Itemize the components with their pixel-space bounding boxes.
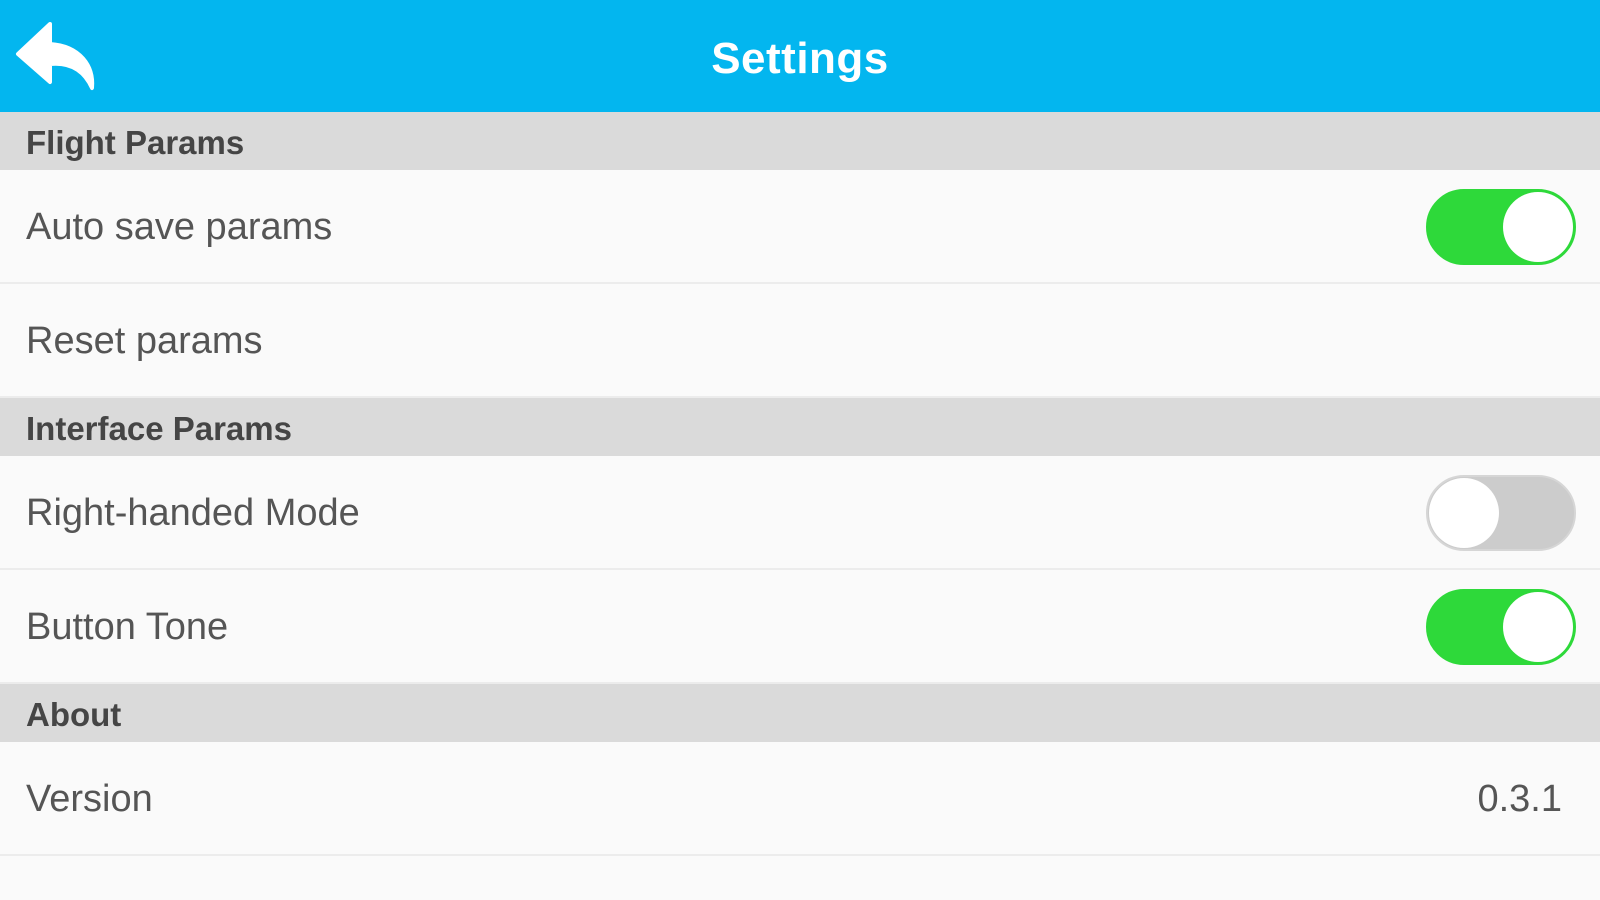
title-bar: Settings: [0, 0, 1600, 112]
toggle-knob: [1503, 592, 1573, 662]
button-tone-toggle[interactable]: [1426, 589, 1576, 665]
section-header-about: About: [0, 684, 1600, 742]
back-button[interactable]: [14, 18, 104, 98]
toggle-knob: [1503, 192, 1573, 262]
right-handed-mode-toggle[interactable]: [1426, 475, 1576, 551]
setting-row-version: Version 0.3.1: [0, 742, 1600, 856]
back-arrow-icon: [16, 22, 95, 90]
setting-label: Reset params: [26, 320, 263, 362]
section-title: Flight Params: [26, 124, 245, 161]
page-title: Settings: [711, 34, 889, 83]
setting-label: Button Tone: [26, 606, 229, 648]
section-header-flight-params: Flight Params: [0, 112, 1600, 170]
setting-row-button-tone: Button Tone: [0, 570, 1600, 684]
section-title: Interface Params: [26, 410, 292, 447]
section-header-interface-params: Interface Params: [0, 398, 1600, 456]
version-value: 0.3.1: [1477, 778, 1562, 820]
setting-row-right-handed-mode: Right-handed Mode: [0, 456, 1600, 570]
setting-label: Right-handed Mode: [26, 492, 360, 534]
setting-label: Auto save params: [26, 206, 333, 248]
section-title: About: [26, 696, 122, 733]
setting-row-auto-save-params: Auto save params: [0, 170, 1600, 284]
settings-screen: Settings Flight Params Auto save params …: [0, 0, 1600, 900]
setting-label: Version: [26, 778, 153, 820]
auto-save-params-toggle[interactable]: [1426, 189, 1576, 265]
setting-row-reset-params[interactable]: Reset params: [0, 284, 1600, 398]
toggle-knob: [1429, 478, 1499, 548]
